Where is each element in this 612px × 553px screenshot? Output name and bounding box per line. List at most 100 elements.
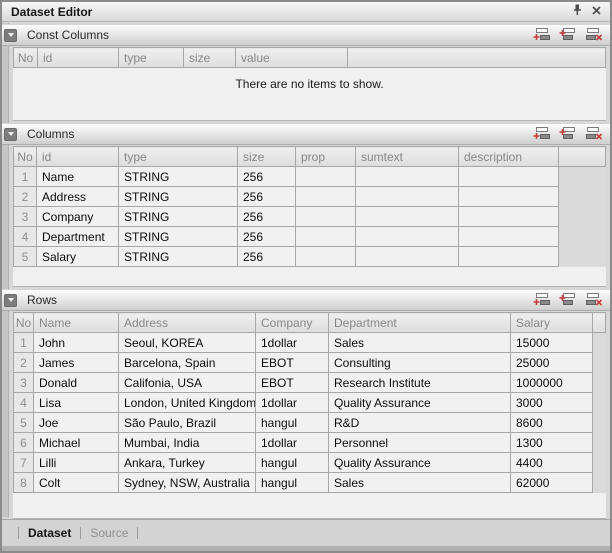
column-header-id[interactable]: id bbox=[38, 48, 119, 68]
cell[interactable]: 1dollar bbox=[256, 393, 329, 413]
cell[interactable]: Sales bbox=[329, 473, 511, 493]
cell[interactable]: Quality Assurance bbox=[329, 453, 511, 473]
row-number[interactable]: 7 bbox=[14, 453, 34, 473]
cell[interactable]: 256 bbox=[238, 247, 296, 267]
delete-row-button[interactable] bbox=[584, 27, 603, 43]
cell[interactable]: Ankara, Turkey bbox=[119, 453, 256, 473]
cell[interactable] bbox=[356, 207, 459, 227]
cell[interactable]: São Paulo, Brazil bbox=[119, 413, 256, 433]
column-header-name[interactable]: Name bbox=[34, 313, 119, 333]
cell[interactable] bbox=[356, 187, 459, 207]
cell[interactable]: STRING bbox=[119, 207, 238, 227]
cell[interactable]: hangul bbox=[256, 453, 329, 473]
cell[interactable]: James bbox=[34, 353, 119, 373]
column-header-company[interactable]: Company bbox=[256, 313, 329, 333]
cell[interactable]: Lisa bbox=[34, 393, 119, 413]
cell[interactable]: hangul bbox=[256, 473, 329, 493]
cell[interactable]: 4400 bbox=[511, 453, 593, 473]
cell[interactable]: 62000 bbox=[511, 473, 593, 493]
cell[interactable]: EBOT bbox=[256, 373, 329, 393]
cell[interactable]: 256 bbox=[238, 207, 296, 227]
column-header-no[interactable]: No bbox=[14, 48, 38, 68]
cell[interactable] bbox=[296, 187, 356, 207]
row-number[interactable]: 5 bbox=[14, 247, 37, 267]
cell[interactable]: STRING bbox=[119, 247, 238, 267]
cell[interactable]: Address bbox=[37, 187, 119, 207]
cell[interactable]: Personnel bbox=[329, 433, 511, 453]
insert-row-button[interactable] bbox=[558, 292, 577, 308]
cell[interactable]: Mumbai, India bbox=[119, 433, 256, 453]
cell[interactable]: 3000 bbox=[511, 393, 593, 413]
column-header-department[interactable]: Department bbox=[329, 313, 511, 333]
cell[interactable]: EBOT bbox=[256, 353, 329, 373]
cell[interactable]: Consulting bbox=[329, 353, 511, 373]
column-header-type[interactable]: type bbox=[119, 48, 184, 68]
close-button[interactable] bbox=[588, 4, 605, 19]
cell[interactable] bbox=[296, 227, 356, 247]
collapse-rows-button[interactable] bbox=[4, 294, 17, 307]
cell[interactable]: Colt bbox=[34, 473, 119, 493]
insert-row-button[interactable] bbox=[558, 126, 577, 142]
row-number[interactable]: 4 bbox=[14, 227, 37, 247]
collapse-columns-button[interactable] bbox=[4, 128, 17, 141]
add-row-button[interactable] bbox=[532, 126, 551, 142]
cell[interactable] bbox=[296, 247, 356, 267]
tab-dataset[interactable]: Dataset bbox=[28, 526, 71, 540]
row-number[interactable]: 4 bbox=[14, 393, 34, 413]
add-row-button[interactable] bbox=[532, 292, 551, 308]
tab-source[interactable]: Source bbox=[90, 526, 128, 540]
cell[interactable]: Seoul, KOREA bbox=[119, 333, 256, 353]
row-number[interactable]: 2 bbox=[14, 187, 37, 207]
cell[interactable]: Califonia, USA bbox=[119, 373, 256, 393]
cell[interactable]: Donald bbox=[34, 373, 119, 393]
cell[interactable]: STRING bbox=[119, 227, 238, 247]
row-number[interactable]: 1 bbox=[14, 167, 37, 187]
column-header-sumtext[interactable]: sumtext bbox=[356, 147, 459, 167]
column-header-description[interactable]: description bbox=[459, 147, 559, 167]
row-number[interactable]: 5 bbox=[14, 413, 34, 433]
cell[interactable]: Lilli bbox=[34, 453, 119, 473]
column-header-value[interactable]: value bbox=[236, 48, 348, 68]
cell[interactable]: Salary bbox=[37, 247, 119, 267]
cell[interactable]: 256 bbox=[238, 187, 296, 207]
add-row-button[interactable] bbox=[532, 27, 551, 43]
row-number[interactable]: 6 bbox=[14, 433, 34, 453]
cell[interactable] bbox=[296, 167, 356, 187]
cell[interactable] bbox=[356, 227, 459, 247]
cell[interactable]: Quality Assurance bbox=[329, 393, 511, 413]
row-number[interactable]: 2 bbox=[14, 353, 34, 373]
cell[interactable]: 1dollar bbox=[256, 333, 329, 353]
cell[interactable]: Research Institute bbox=[329, 373, 511, 393]
column-header-id[interactable]: id bbox=[37, 147, 119, 167]
column-header-type[interactable]: type bbox=[119, 147, 238, 167]
cell[interactable]: Name bbox=[37, 167, 119, 187]
cell[interactable] bbox=[459, 247, 559, 267]
column-header-size[interactable]: size bbox=[238, 147, 296, 167]
cell[interactable] bbox=[459, 207, 559, 227]
cell[interactable]: Joe bbox=[34, 413, 119, 433]
cell[interactable]: 25000 bbox=[511, 353, 593, 373]
cell[interactable]: 8600 bbox=[511, 413, 593, 433]
cell[interactable] bbox=[356, 167, 459, 187]
cell[interactable]: Department bbox=[37, 227, 119, 247]
row-number[interactable]: 1 bbox=[14, 333, 34, 353]
cell[interactable]: STRING bbox=[119, 187, 238, 207]
cell[interactable]: 15000 bbox=[511, 333, 593, 353]
pin-button[interactable] bbox=[568, 4, 585, 19]
row-number[interactable]: 3 bbox=[14, 207, 37, 227]
cell[interactable] bbox=[356, 247, 459, 267]
insert-row-button[interactable] bbox=[558, 27, 577, 43]
cell[interactable]: Barcelona, Spain bbox=[119, 353, 256, 373]
column-header-address[interactable]: Address bbox=[119, 313, 256, 333]
column-header-salary[interactable]: Salary bbox=[511, 313, 593, 333]
row-number[interactable]: 8 bbox=[14, 473, 34, 493]
cell[interactable]: 256 bbox=[238, 227, 296, 247]
cell[interactable]: 1000000 bbox=[511, 373, 593, 393]
cell[interactable]: 1dollar bbox=[256, 433, 329, 453]
cell[interactable] bbox=[459, 227, 559, 247]
cell[interactable]: STRING bbox=[119, 167, 238, 187]
collapse-const-columns-button[interactable] bbox=[4, 29, 17, 42]
cell[interactable]: Michael bbox=[34, 433, 119, 453]
cell[interactable]: 1300 bbox=[511, 433, 593, 453]
cell[interactable]: John bbox=[34, 333, 119, 353]
